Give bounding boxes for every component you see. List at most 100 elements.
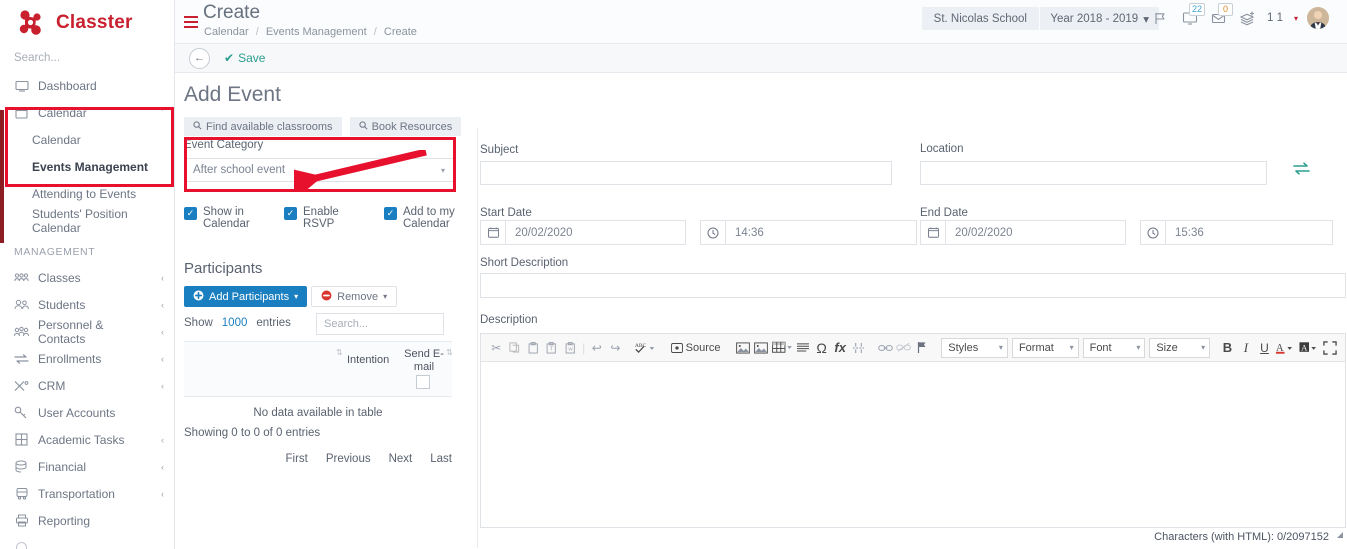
sidebar-item-enrollments[interactable]: Enrollments ‹	[0, 345, 174, 372]
flag-icon[interactable]	[1151, 8, 1171, 28]
table-icon[interactable]	[770, 338, 793, 358]
column-header-send-email[interactable]: Send E-mail	[402, 348, 446, 374]
bg-color-button[interactable]: A	[1297, 338, 1320, 358]
brand[interactable]: Classter	[0, 0, 174, 46]
unlink-icon[interactable]	[894, 338, 913, 358]
show-in-calendar-checkbox[interactable]: ✓ Show in Calendar	[184, 206, 264, 230]
source-button[interactable]: Source	[666, 338, 726, 358]
undo-icon[interactable]: ↩	[588, 338, 607, 358]
layers-plus-icon[interactable]	[1238, 8, 1258, 28]
format-select[interactable]: Format ▾	[1011, 337, 1079, 358]
format-label: Format	[1018, 341, 1054, 354]
spellcheck-icon[interactable]: ABC	[632, 338, 657, 358]
size-select[interactable]: Size ▾	[1149, 337, 1211, 358]
screen-icon[interactable]: 22	[1180, 3, 1205, 28]
avatar[interactable]	[1307, 7, 1329, 29]
description-editor-body[interactable]	[481, 362, 1345, 527]
sidebar-item-attending-to-events[interactable]: Attending to Events	[0, 180, 174, 207]
pagination-first[interactable]: First	[285, 453, 307, 465]
start-date-input[interactable]: 20/02/2020	[505, 220, 686, 245]
page-break-icon[interactable]	[849, 338, 868, 358]
copy-icon[interactable]	[506, 338, 525, 358]
editor-resize-handle[interactable]	[1337, 532, 1343, 538]
breadcrumb-separator: /	[373, 26, 377, 38]
pagination-previous[interactable]: Previous	[326, 453, 371, 465]
paste-text-icon[interactable]: T	[543, 338, 562, 358]
bold-button[interactable]: B	[1218, 338, 1237, 358]
flash-image-icon[interactable]	[752, 338, 771, 358]
sidebar-item-transportation[interactable]: Transportation ‹	[0, 480, 174, 507]
sidebar-item-students[interactable]: Students ‹	[0, 291, 174, 318]
paste-icon[interactable]	[524, 338, 543, 358]
short-description-input[interactable]	[480, 273, 1346, 298]
subject-input[interactable]	[480, 161, 892, 185]
sidebar-item-dashboard[interactable]: Dashboard	[0, 72, 174, 99]
maximize-button[interactable]	[1321, 338, 1340, 358]
send-email-header-checkbox[interactable]	[416, 375, 430, 389]
sidebar-item-personnel-contacts[interactable]: Personnel & Contacts ‹	[0, 318, 174, 346]
breadcrumb-item-events-management[interactable]: Events Management	[266, 26, 367, 38]
formula-icon[interactable]: fx	[831, 338, 850, 358]
sidebar-item-academic-tasks[interactable]: Academic Tasks ‹	[0, 426, 174, 453]
redo-icon[interactable]: ↪	[606, 338, 625, 358]
sidebar-item-more[interactable]	[0, 534, 174, 549]
enable-rsvp-checkbox[interactable]: ✓ Enable RSVP	[284, 206, 364, 230]
entries-count-select[interactable]: 1000	[222, 317, 248, 329]
sidebar-search-input[interactable]: Search...	[0, 46, 174, 72]
link-icon[interactable]	[876, 338, 895, 358]
end-date-input[interactable]: 20/02/2020	[945, 220, 1126, 245]
chevron-left-icon: ‹	[161, 272, 164, 283]
anchor-flag-icon[interactable]	[913, 338, 932, 358]
styles-select[interactable]: Styles ▾	[941, 337, 1008, 358]
horizontal-rule-icon[interactable]	[794, 338, 813, 358]
participants-search-input[interactable]: Search...	[316, 313, 444, 335]
pagination-next[interactable]: Next	[389, 453, 413, 465]
paste-word-icon[interactable]: W	[561, 338, 580, 358]
sidebar-item-reporting[interactable]: Reporting	[0, 507, 174, 534]
image-icon[interactable]	[733, 338, 752, 358]
pagination-last[interactable]: Last	[430, 453, 452, 465]
chevron-down-icon[interactable]: ▾	[1294, 14, 1298, 23]
school-selector[interactable]: St. Nicolas School	[921, 7, 1039, 30]
sidebar-item-crm[interactable]: CRM ‹	[0, 372, 174, 399]
right-column: Subject Location Start Date 20/02/2020 1…	[478, 73, 1347, 549]
end-date-group: 20/02/2020	[920, 220, 1126, 245]
start-time-input[interactable]: 14:36	[725, 220, 917, 245]
sidebar-item-label: User Accounts	[38, 405, 116, 420]
breadcrumb-item-calendar[interactable]: Calendar	[204, 26, 249, 38]
clock-icon[interactable]	[1140, 220, 1165, 245]
sidebar-item-calendar[interactable]: Calendar	[0, 126, 174, 153]
sort-icon[interactable]: ⇅	[336, 348, 343, 357]
underline-button[interactable]: U	[1255, 338, 1274, 358]
user-count[interactable]: 1 1	[1267, 12, 1283, 24]
font-select[interactable]: Font ▾	[1082, 337, 1146, 358]
location-input[interactable]	[920, 161, 1267, 185]
year-selector[interactable]: Year 2018 - 2019 ▾	[1040, 7, 1159, 30]
hamburger-icon[interactable]	[184, 16, 198, 31]
add-to-my-calendar-checkbox[interactable]: ✓ Add to my Calendar	[384, 206, 464, 230]
back-button[interactable]: ←	[189, 47, 210, 69]
remove-participants-button[interactable]: Remove ▾	[311, 286, 398, 307]
sidebar-item-classes[interactable]: Classes ‹	[0, 264, 174, 291]
sidebar-item-calendar-group[interactable]: Calendar ˇ	[0, 99, 174, 126]
clock-icon[interactable]	[700, 220, 725, 245]
sidebar-item-financial[interactable]: Financial ‹	[0, 453, 174, 480]
sidebar-item-events-management[interactable]: Events Management	[0, 153, 174, 180]
swap-arrows-icon[interactable]	[1293, 161, 1310, 180]
special-char-icon[interactable]: Ω	[812, 338, 831, 358]
text-color-button[interactable]: A	[1274, 338, 1297, 358]
sidebar-item-user-accounts[interactable]: User Accounts	[0, 399, 174, 426]
sort-icon[interactable]: ⇅	[446, 348, 453, 357]
calendar-icon[interactable]	[920, 220, 945, 245]
calendar-icon[interactable]	[480, 220, 505, 245]
envelope-icon[interactable]: 0	[1209, 3, 1233, 28]
svg-text:T: T	[550, 346, 553, 352]
save-button[interactable]: ✔ Save	[224, 51, 265, 65]
cut-icon[interactable]: ✂	[487, 338, 506, 358]
end-time-input[interactable]: 15:36	[1165, 220, 1333, 245]
column-header-intention[interactable]: Intention	[347, 354, 389, 366]
sidebar-item-students-position-calendar[interactable]: Students' Position Calendar	[0, 207, 174, 235]
event-category-select[interactable]: After school event ▾	[184, 158, 454, 182]
add-participants-button[interactable]: Add Participants ▾	[184, 286, 308, 307]
italic-button[interactable]: I	[1237, 338, 1256, 358]
